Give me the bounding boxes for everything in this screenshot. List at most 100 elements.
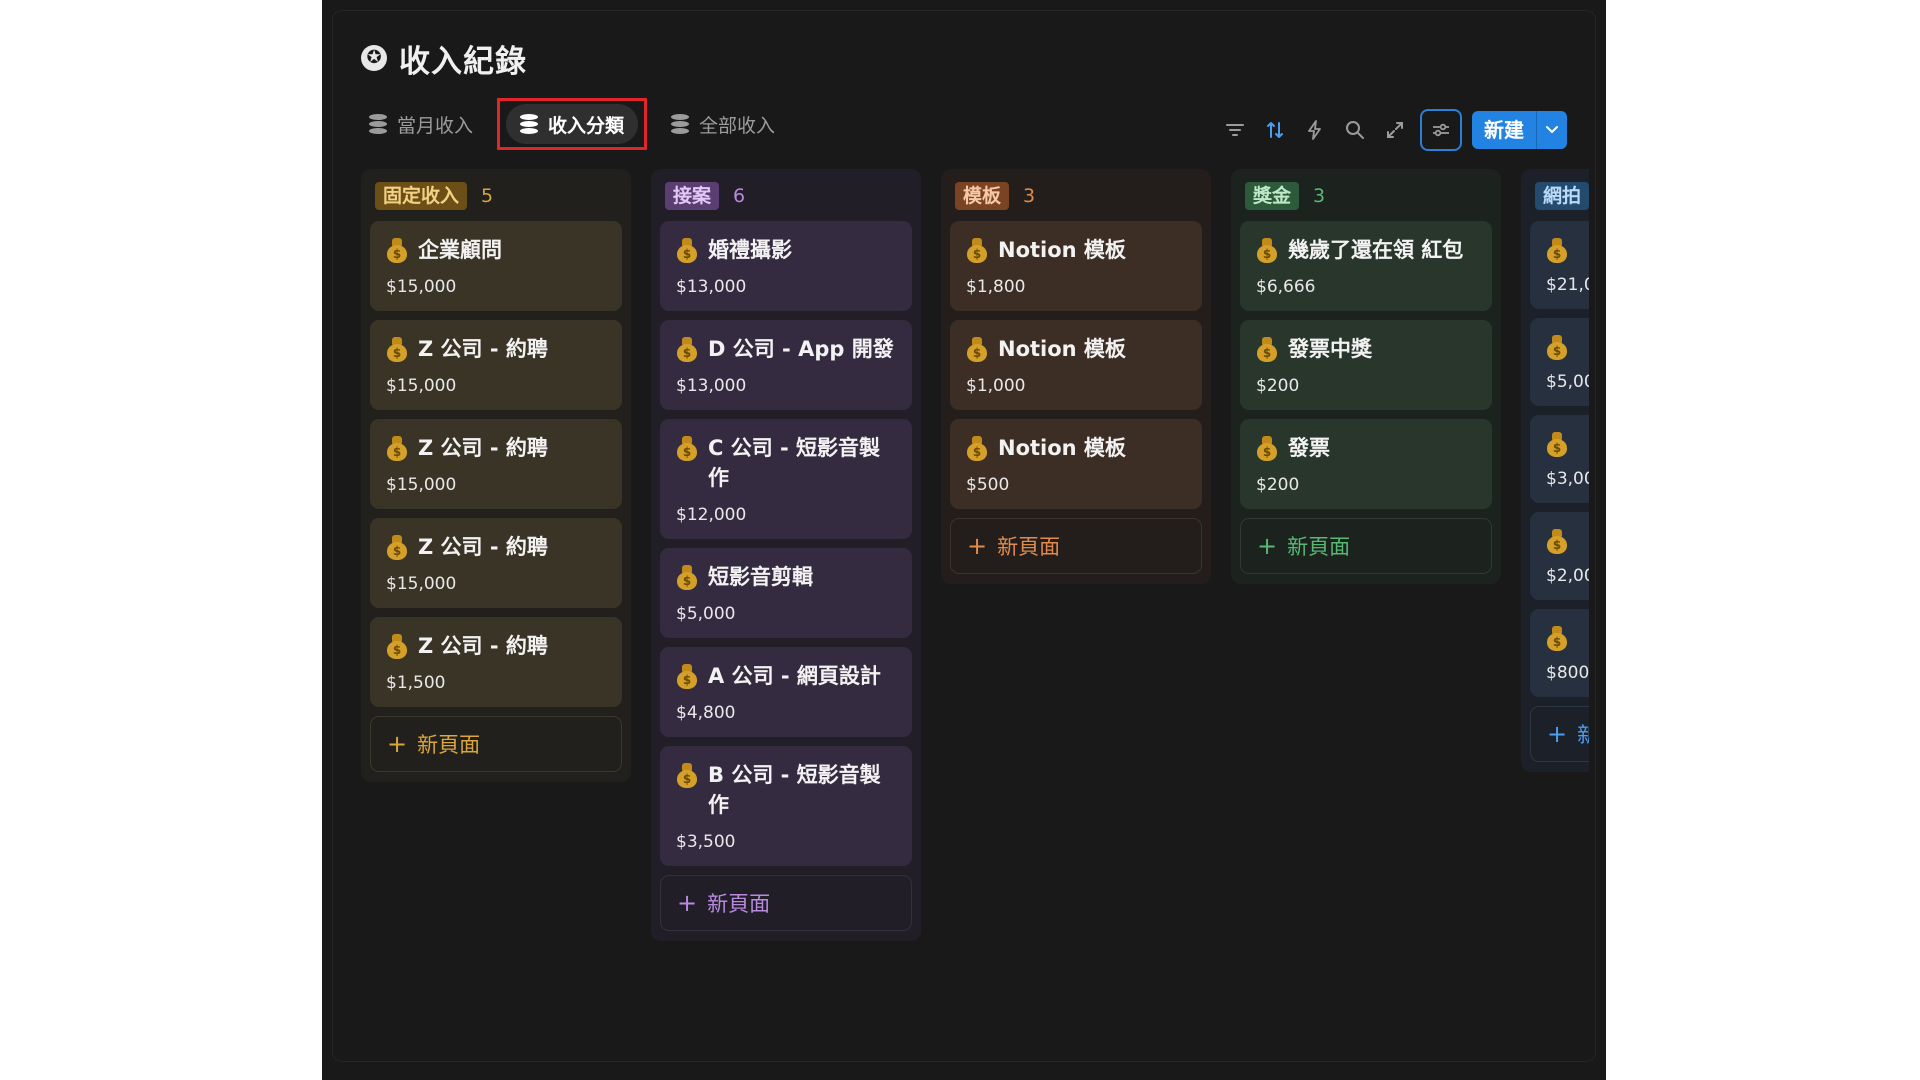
income-card[interactable]: $ Z 公司 - 約聘 $15,000 <box>370 518 622 608</box>
card-amount: $5,000 <box>676 604 736 624</box>
tab-all-income[interactable]: 全部收入 <box>657 104 789 144</box>
new-page-button[interactable]: + 新頁面 <box>950 518 1202 574</box>
income-card[interactable]: $ B 公司 - 短影音製作 $3,500 <box>660 746 912 866</box>
new-page-button[interactable]: + 新頁面 <box>1240 518 1492 574</box>
money-bag-icon: $ <box>966 237 988 263</box>
card-title: A 公司 - 網頁設計 <box>708 664 881 688</box>
income-card[interactable]: $ 短影音剪輯 $5,000 <box>660 548 912 638</box>
card-title-row: $ 短影音剪輯 <box>676 562 896 592</box>
new-page-button[interactable]: + 新頁面 <box>370 716 622 772</box>
card-title: Z 公司 - 約聘 <box>418 535 548 559</box>
money-bag-icon: $ <box>1546 334 1568 360</box>
money-bag-icon: $ <box>1546 237 1568 263</box>
column-header[interactable]: 網拍 <box>1535 181 1589 211</box>
money-bag-icon: $ <box>676 564 698 590</box>
income-card[interactable]: $ 發票中獎 $200 <box>1240 320 1492 410</box>
card-title-row: $ <box>1546 623 1589 651</box>
search-button[interactable] <box>1340 115 1370 145</box>
new-page-label: 新頁面 <box>417 733 481 757</box>
view-tabs: 當月收入 收入分類 全部收入 <box>355 98 789 150</box>
money-bag-icon: $ <box>386 237 408 263</box>
new-page-label: 新頁面 <box>997 535 1061 559</box>
new-button[interactable]: 新建 <box>1472 111 1536 149</box>
money-bag-icon: $ <box>676 762 698 788</box>
income-card[interactable]: $ Notion 模板 $1,000 <box>950 320 1202 410</box>
income-card[interactable]: $ $3,00 <box>1530 415 1589 503</box>
filter-icon <box>1226 124 1244 136</box>
income-card[interactable]: $ Z 公司 - 約聘 $15,000 <box>370 320 622 410</box>
income-card[interactable]: $ 發票 $200 <box>1240 419 1492 509</box>
card-title: 短影音剪輯 <box>708 565 813 589</box>
money-bag-icon: $ <box>676 336 698 362</box>
chevron-down-icon <box>1546 126 1558 134</box>
column-header[interactable]: 獎金 3 <box>1245 181 1487 211</box>
card-title-row: $ Z 公司 - 約聘 <box>386 631 606 661</box>
star-circle-icon[interactable]: ✪ <box>361 45 387 71</box>
card-title-row: $ <box>1546 526 1589 554</box>
view-toolbar: 新建 <box>1220 109 1567 151</box>
column-header[interactable]: 接案 6 <box>665 181 907 211</box>
search-icon <box>1346 121 1364 139</box>
card-amount: $1,800 <box>966 277 1026 297</box>
income-card[interactable]: $ 婚禮攝影 $13,000 <box>660 221 912 311</box>
new-page-label: 新 <box>1577 719 1589 749</box>
income-card[interactable]: $ Notion 模板 $500 <box>950 419 1202 509</box>
card-title-row: $ B 公司 - 短影音製作 <box>676 760 896 820</box>
card-amount: $500 <box>966 475 1010 495</box>
column-count: 6 <box>733 185 746 207</box>
column-tag: 模板 <box>955 182 1010 210</box>
view-settings-button[interactable] <box>1420 109 1462 151</box>
income-card[interactable]: $ $5,00 <box>1530 318 1589 406</box>
filter-button[interactable] <box>1220 115 1250 145</box>
column-tag: 固定收入 <box>375 182 468 210</box>
card-title-row: $ 幾歲了還在領 紅包 <box>1256 235 1476 265</box>
column-header[interactable]: 固定收入 5 <box>375 181 617 211</box>
plus-icon: + <box>387 730 408 758</box>
column-header[interactable]: 模板 3 <box>955 181 1197 211</box>
money-bag-icon: $ <box>1256 237 1278 263</box>
expand-button[interactable] <box>1380 115 1410 145</box>
sort-button[interactable] <box>1260 115 1290 145</box>
card-title-row: $ D 公司 - App 開發 <box>676 334 896 364</box>
card-title-row: $ C 公司 - 短影音製作 <box>676 433 896 493</box>
sort-arrows-icon <box>1267 122 1283 138</box>
income-card[interactable]: $ Notion 模板 $1,800 <box>950 221 1202 311</box>
plus-icon: + <box>677 889 698 917</box>
column-count: 3 <box>1313 185 1326 207</box>
database-icon <box>369 114 387 134</box>
income-card[interactable]: $ $2,00 <box>1530 512 1589 600</box>
income-card[interactable]: $ D 公司 - App 開發 $13,000 <box>660 320 912 410</box>
automation-button[interactable] <box>1300 115 1330 145</box>
card-amount: $15,000 <box>386 277 457 297</box>
new-page-label: 新頁面 <box>707 892 771 916</box>
income-card[interactable]: $ A 公司 - 網頁設計 $4,800 <box>660 647 912 737</box>
tab-monthly-income[interactable]: 當月收入 <box>355 104 487 144</box>
card-title: 企業顧問 <box>418 238 502 262</box>
income-card[interactable]: $ $21,0 <box>1530 221 1589 309</box>
card-amount: $6,666 <box>1256 277 1316 297</box>
money-bag-icon: $ <box>966 435 988 461</box>
plus-icon: + <box>1547 720 1568 748</box>
income-card[interactable]: $ $800 <box>1530 609 1589 697</box>
money-bag-icon: $ <box>966 336 988 362</box>
card-amount: $21,0 <box>1546 275 1589 295</box>
new-page-button[interactable]: + 新頁面 <box>660 875 912 931</box>
page-title[interactable]: 收入紀錄 <box>399 36 527 81</box>
board-column: 模板 3 $ Notion 模板 $1,800 $ Notion 模板 $1,000 $ Noti… <box>941 169 1211 584</box>
card-amount: $200 <box>1256 475 1300 495</box>
tab-income-category[interactable]: 收入分類 <box>506 104 639 144</box>
money-bag-icon: $ <box>386 633 408 659</box>
new-page-button[interactable]: +新 <box>1530 706 1589 762</box>
income-card[interactable]: $ Z 公司 - 約聘 $15,000 <box>370 419 622 509</box>
income-card[interactable]: $ 幾歲了還在領 紅包 $6,666 <box>1240 221 1492 311</box>
card-title-row: $ Notion 模板 <box>966 433 1186 463</box>
income-card[interactable]: $ Z 公司 - 約聘 $1,500 <box>370 617 622 707</box>
new-dropdown-button[interactable] <box>1536 111 1567 149</box>
card-title-row: $ 發票 <box>1256 433 1476 463</box>
column-tag: 接案 <box>665 182 720 210</box>
money-bag-icon: $ <box>676 663 698 689</box>
income-card[interactable]: $ C 公司 - 短影音製作 $12,000 <box>660 419 912 539</box>
app-window: ✪ 收入紀錄 當月收入 收入分類 全部收入 新建 固定收入 5 $ 企業顧問 $… <box>322 0 1606 1080</box>
board-column: 接案 6 $ 婚禮攝影 $13,000 $ D 公司 - App 開發 $13,000 $ C 公… <box>651 169 921 941</box>
income-card[interactable]: $ 企業顧問 $15,000 <box>370 221 622 311</box>
